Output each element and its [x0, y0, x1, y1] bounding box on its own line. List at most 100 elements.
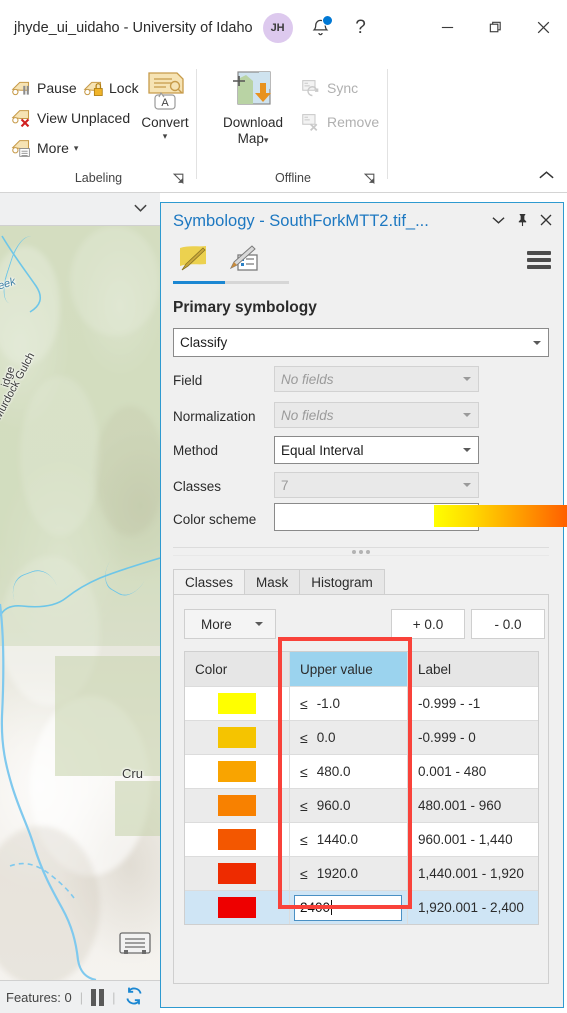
- class-label-cell[interactable]: 1,920.001 - 2,400: [408, 891, 538, 924]
- table-row[interactable]: ≤ -1.0 -0.999 - -1: [185, 686, 538, 720]
- class-label-cell[interactable]: 1,440.001 - 1,920: [408, 857, 538, 890]
- class-color-cell[interactable]: [185, 789, 290, 822]
- avatar[interactable]: JH: [262, 12, 293, 43]
- class-label-cell[interactable]: 480.001 - 960: [408, 789, 538, 822]
- more-button[interactable]: More: [184, 609, 276, 639]
- label-lock-icon: [83, 81, 103, 96]
- pin-icon[interactable]: [511, 209, 533, 231]
- panel-title-buttons: [487, 209, 557, 231]
- offline-sync-label: Sync: [327, 80, 359, 96]
- close-icon[interactable]: [519, 8, 567, 48]
- class-upper-value-cell[interactable]: ≤ 480.0: [290, 755, 408, 788]
- class-color-cell[interactable]: [185, 755, 290, 788]
- color-swatch[interactable]: [218, 693, 256, 714]
- ribbon-group-offline-label: Offline: [275, 171, 311, 185]
- class-upper-value-cell[interactable]: 2400: [290, 891, 408, 924]
- restore-icon[interactable]: [471, 8, 519, 48]
- convert-labels-label: Convert: [141, 115, 189, 130]
- offline-dialog-launcher[interactable]: [363, 172, 376, 185]
- basemap-attribution-icon[interactable]: [118, 930, 152, 956]
- convert-labels-button[interactable]: A Convert ▾: [135, 69, 195, 142]
- field-select[interactable]: No fields: [274, 366, 479, 392]
- classes-label: Classes: [173, 479, 222, 494]
- help-button[interactable]: ?: [341, 8, 381, 48]
- panel-menu-icon[interactable]: [527, 251, 551, 269]
- column-header-color[interactable]: Color: [185, 652, 290, 686]
- color-swatch[interactable]: [218, 727, 256, 748]
- color-swatch[interactable]: [218, 863, 256, 884]
- panel-splitter[interactable]: [173, 547, 549, 556]
- download-map-button[interactable]: Download Map▾: [213, 69, 293, 148]
- class-label-cell[interactable]: 960.001 - 1,440: [408, 823, 538, 856]
- table-row[interactable]: ≤ 0.0 -0.999 - 0: [185, 720, 538, 754]
- table-row[interactable]: ≤ 480.0 0.001 - 480: [185, 754, 538, 788]
- decrease-value-button[interactable]: - 0.0: [471, 609, 545, 639]
- labeling-view-unplaced-button[interactable]: View Unplaced: [8, 104, 133, 132]
- class-upper-value-cell[interactable]: ≤ 0.0: [290, 721, 408, 754]
- chevron-down-icon[interactable]: ▾: [163, 131, 168, 142]
- color-swatch[interactable]: [218, 829, 256, 850]
- class-color-cell[interactable]: [185, 721, 290, 754]
- ribbon: Pause Lock View Unplaced More ▾ A Conver…: [0, 55, 567, 193]
- class-color-cell[interactable]: [185, 891, 290, 924]
- tab-histogram[interactable]: Histogram: [299, 569, 385, 595]
- ribbon-group-offline: Download Map▾ Sync Remove Offline: [198, 55, 388, 193]
- increase-value-button[interactable]: + 0.0: [391, 609, 465, 639]
- color-swatch[interactable]: [218, 761, 256, 782]
- upper-value-input[interactable]: 2400: [294, 894, 402, 921]
- labeling-dialog-launcher[interactable]: [172, 172, 185, 185]
- label-more-icon: [11, 139, 30, 157]
- color-swatch[interactable]: [218, 897, 256, 918]
- minimize-icon[interactable]: [423, 8, 471, 48]
- table-row[interactable]: ≤ 1440.0 960.001 - 1,440: [185, 822, 538, 856]
- class-color-cell[interactable]: [185, 857, 290, 890]
- class-label-cell[interactable]: 0.001 - 480: [408, 755, 538, 788]
- class-upper-value-cell[interactable]: ≤ -1.0: [290, 687, 408, 720]
- chevron-down-icon: ▾: [73, 142, 79, 153]
- primary-symbology-select[interactable]: Classify: [173, 328, 549, 357]
- class-upper-value-cell[interactable]: ≤ 1920.0: [290, 857, 408, 890]
- map-view[interactable]: eek idge Murdock Gulch Cru: [0, 226, 160, 980]
- normalization-value: No fields: [281, 407, 334, 423]
- svg-text:A: A: [161, 97, 169, 109]
- table-row[interactable]: ≤ 960.0 480.001 - 960: [185, 788, 538, 822]
- page-title: Primary symbology: [173, 299, 317, 316]
- less-equal-icon: ≤: [300, 865, 308, 882]
- method-select[interactable]: Equal Interval: [274, 436, 479, 464]
- symbology-panel: Symbology - SouthForkMTT2.tif_... Primar…: [160, 202, 567, 1008]
- class-color-cell[interactable]: [185, 823, 290, 856]
- class-label-cell[interactable]: -0.999 - -1: [408, 687, 538, 720]
- bell-icon[interactable]: [301, 8, 341, 48]
- class-color-cell[interactable]: [185, 687, 290, 720]
- color-ramp-preview[interactable]: [434, 505, 567, 527]
- tab-mask[interactable]: Mask: [244, 569, 301, 595]
- refresh-icon[interactable]: [124, 986, 144, 1009]
- classes-select[interactable]: 7: [274, 472, 479, 498]
- chevron-down-icon[interactable]: [133, 200, 148, 218]
- labeling-pause-label: Pause: [37, 80, 77, 96]
- table-row[interactable]: 2400 1,920.001 - 2,400: [185, 890, 538, 924]
- column-header-upper-value[interactable]: Upper value: [290, 652, 408, 686]
- table-row[interactable]: ≤ 1920.0 1,440.001 - 1,920: [185, 856, 538, 890]
- class-label-cell[interactable]: -0.999 - 0: [408, 721, 538, 754]
- pause-drawing-icon[interactable]: [91, 988, 105, 1006]
- label-view-unplaced-icon: [11, 109, 30, 127]
- labeling-more-button[interactable]: More ▾: [8, 134, 81, 162]
- chevron-down-icon[interactable]: [487, 209, 509, 231]
- tab-symbology[interactable]: [173, 241, 213, 277]
- close-icon[interactable]: [535, 209, 557, 231]
- column-header-label[interactable]: Label: [408, 652, 538, 686]
- class-upper-value-cell[interactable]: ≤ 960.0: [290, 789, 408, 822]
- normalization-select[interactable]: No fields: [274, 402, 479, 428]
- ribbon-collapse-button[interactable]: [538, 168, 555, 186]
- offline-sync-button[interactable]: Sync: [298, 74, 361, 102]
- labeling-lock-button[interactable]: Lock: [80, 74, 142, 102]
- class-upper-value-cell[interactable]: ≤ 1440.0: [290, 823, 408, 856]
- features-count-label: Features: 0: [6, 989, 72, 1005]
- labeling-pause-button[interactable]: Pause: [8, 74, 80, 102]
- class-upper-value: 1440.0: [316, 832, 358, 847]
- color-swatch[interactable]: [218, 795, 256, 816]
- tab-classes[interactable]: Classes: [173, 569, 246, 595]
- offline-remove-button[interactable]: Remove: [298, 108, 382, 136]
- tab-variables[interactable]: [223, 241, 263, 277]
